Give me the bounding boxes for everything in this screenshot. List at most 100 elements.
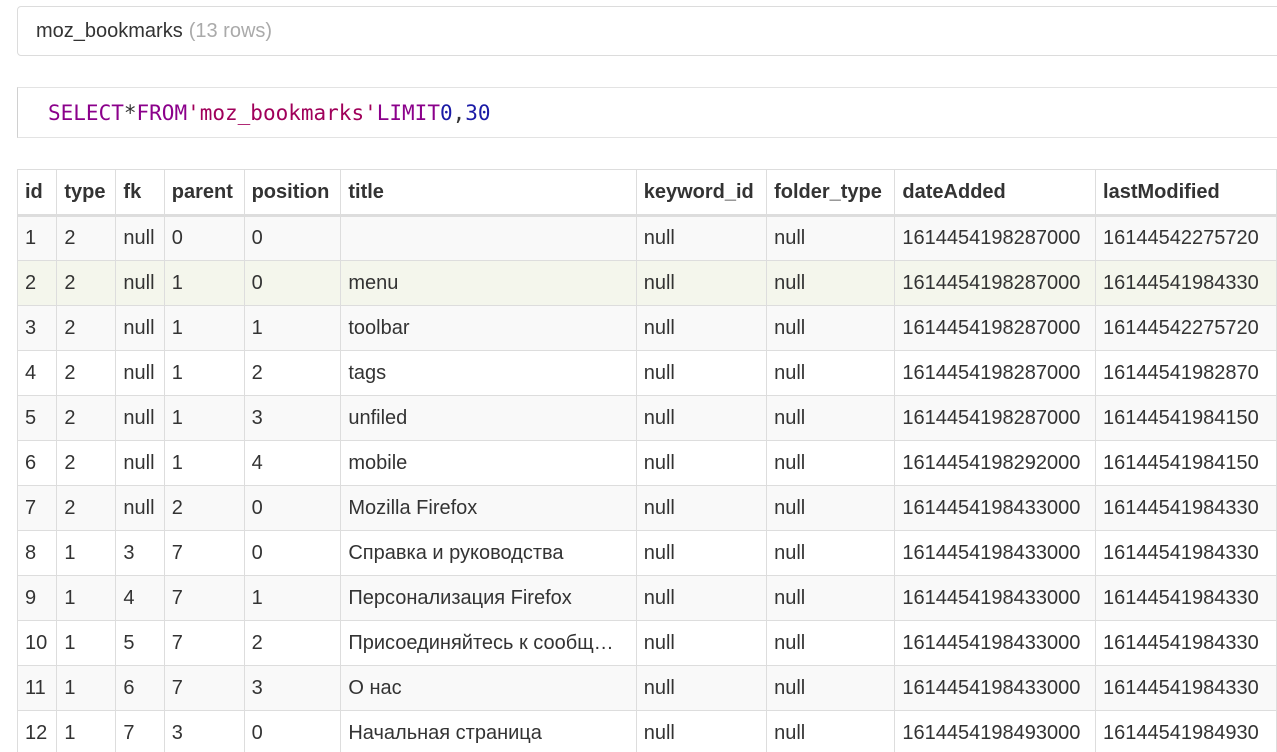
cell-type: 2: [56, 485, 117, 531]
cell-folder_type: null: [766, 215, 896, 261]
table-row[interactable]: 7 2 null 2 0 Mozilla Firefox null null 161445419…: [16, 485, 1277, 531]
cell-parent: 1: [163, 350, 245, 396]
cell-parent: 1: [163, 260, 245, 306]
table-row[interactable]: 5 2 null 1 3 unfiled null null 1614454198287000 1…: [16, 395, 1277, 441]
sql-keyword-from: FROM: [136, 100, 188, 125]
cell-keyword_id: null: [635, 305, 768, 351]
cell-fk: 3: [115, 530, 165, 576]
cell-fk: 4: [115, 575, 165, 621]
cell-title: Персонализация Firefox: [340, 575, 637, 621]
cell-dateadded: 1614454198493000: [894, 710, 1097, 752]
cell-position: 0: [243, 530, 342, 576]
cell-id: 6: [16, 440, 58, 486]
column-header-dateadded[interactable]: dateAdded: [894, 169, 1097, 217]
cell-lastmodified: 16144541982870: [1095, 350, 1277, 396]
cell-type: 2: [56, 305, 117, 351]
cell-fk: null: [115, 485, 165, 531]
cell-fk: null: [115, 350, 165, 396]
cell-id: 7: [16, 485, 58, 531]
cell-title: [340, 215, 637, 261]
table-row[interactable]: 11 1 6 7 3 О нас null null 1614454198433000 16144…: [16, 665, 1277, 711]
cell-parent: 2: [163, 485, 245, 531]
cell-position: 2: [243, 350, 342, 396]
cell-folder_type: null: [766, 485, 896, 531]
column-header-id[interactable]: id: [16, 169, 58, 217]
results-table: id type fk parent position title keyword_id fol…: [16, 169, 1277, 752]
column-header-lastmodified[interactable]: lastModified: [1095, 169, 1277, 217]
cell-lastmodified: 16144541984150: [1095, 440, 1277, 486]
column-header-position[interactable]: position: [243, 169, 342, 217]
table-row[interactable]: 12 1 7 3 0 Начальная страница null null 16144541…: [16, 710, 1277, 752]
cell-keyword_id: null: [635, 215, 768, 261]
cell-keyword_id: null: [635, 440, 768, 486]
table-row[interactable]: 3 2 null 1 1 toolbar null null 1614454198287000 1…: [16, 305, 1277, 351]
cell-type: 2: [56, 395, 117, 441]
table-body: 1 2 null 0 0 null null 1614454198287000 16144542…: [16, 215, 1277, 752]
table-row[interactable]: 8 1 3 7 0 Справка и руководства null null 161445…: [16, 530, 1277, 576]
cell-fk: null: [115, 260, 165, 306]
cell-id: 11: [16, 665, 58, 711]
cell-fk: null: [115, 440, 165, 486]
column-header-fk[interactable]: fk: [115, 169, 165, 217]
table-row[interactable]: 4 2 null 1 2 tags null null 1614454198287000 1614…: [16, 350, 1277, 396]
sql-keyword-select: SELECT: [48, 100, 124, 125]
cell-dateadded: 1614454198433000: [894, 530, 1097, 576]
sql-table-literal: 'moz_bookmarks': [187, 100, 377, 125]
cell-type: 1: [56, 530, 117, 576]
cell-folder_type: null: [766, 530, 896, 576]
cell-position: 0: [243, 215, 342, 261]
cell-position: 2: [243, 620, 342, 666]
column-header-type[interactable]: type: [56, 169, 117, 217]
cell-lastmodified: 16144541984330: [1095, 620, 1277, 666]
cell-type: 2: [56, 260, 117, 306]
cell-id: 2: [16, 260, 58, 306]
cell-type: 1: [56, 665, 117, 711]
cell-position: 0: [243, 485, 342, 531]
row-count: (13 rows): [188, 19, 273, 42]
cell-title: unfiled: [340, 395, 637, 441]
cell-title: Mozilla Firefox: [340, 485, 637, 531]
cell-lastmodified: 16144541984330: [1095, 485, 1277, 531]
cell-id: 5: [16, 395, 58, 441]
cell-keyword_id: null: [635, 530, 768, 576]
table-row[interactable]: 6 2 null 1 4 mobile null null 1614454198292000 16…: [16, 440, 1277, 486]
sql-query-display[interactable]: SELECT * FROM 'moz_bookmarks' LIMIT 0, 30: [17, 87, 1277, 138]
cell-dateadded: 1614454198433000: [894, 620, 1097, 666]
table-row[interactable]: 9 1 4 7 1 Персонализация Firefox null null 16144…: [16, 575, 1277, 621]
cell-folder_type: null: [766, 710, 896, 752]
cell-position: 4: [243, 440, 342, 486]
table-row[interactable]: 2 2 null 1 0 menu null null 1614454198287000 1614…: [16, 260, 1277, 306]
cell-position: 0: [243, 260, 342, 306]
cell-dateadded: 1614454198287000: [894, 260, 1097, 306]
cell-dateadded: 1614454198287000: [894, 215, 1097, 261]
table-title-bar[interactable]: moz_bookmarks (13 rows): [17, 6, 1277, 56]
cell-type: 2: [56, 350, 117, 396]
cell-dateadded: 1614454198433000: [894, 665, 1097, 711]
column-header-keyword_id[interactable]: keyword_id: [635, 169, 768, 217]
cell-title: menu: [340, 260, 637, 306]
cell-dateadded: 1614454198433000: [894, 485, 1097, 531]
cell-title: toolbar: [340, 305, 637, 351]
cell-type: 2: [56, 440, 117, 486]
cell-folder_type: null: [766, 305, 896, 351]
cell-id: 1: [16, 215, 58, 261]
cell-keyword_id: null: [635, 260, 768, 306]
cell-lastmodified: 16144542275720: [1095, 215, 1277, 261]
cell-title: Справка и руководства: [340, 530, 637, 576]
cell-fk: null: [115, 305, 165, 351]
cell-lastmodified: 16144542275720: [1095, 305, 1277, 351]
cell-parent: 3: [163, 710, 245, 752]
sql-keyword-limit: LIMIT: [376, 100, 440, 125]
cell-position: 0: [243, 710, 342, 752]
cell-title: Начальная страница: [340, 710, 637, 752]
cell-lastmodified: 16144541984330: [1095, 665, 1277, 711]
table-row[interactable]: 1 2 null 0 0 null null 1614454198287000 16144542…: [16, 215, 1277, 261]
cell-type: 1: [56, 575, 117, 621]
column-header-parent[interactable]: parent: [163, 169, 245, 217]
table-row[interactable]: 10 1 5 7 2 Присоединяйтесь к сообщ… null null 16…: [16, 620, 1277, 666]
cell-type: 1: [56, 710, 117, 752]
sql-offset: 0: [439, 100, 453, 125]
cell-dateadded: 1614454198287000: [894, 350, 1097, 396]
column-header-folder_type[interactable]: folder_type: [766, 169, 896, 217]
column-header-title[interactable]: title: [340, 169, 637, 217]
